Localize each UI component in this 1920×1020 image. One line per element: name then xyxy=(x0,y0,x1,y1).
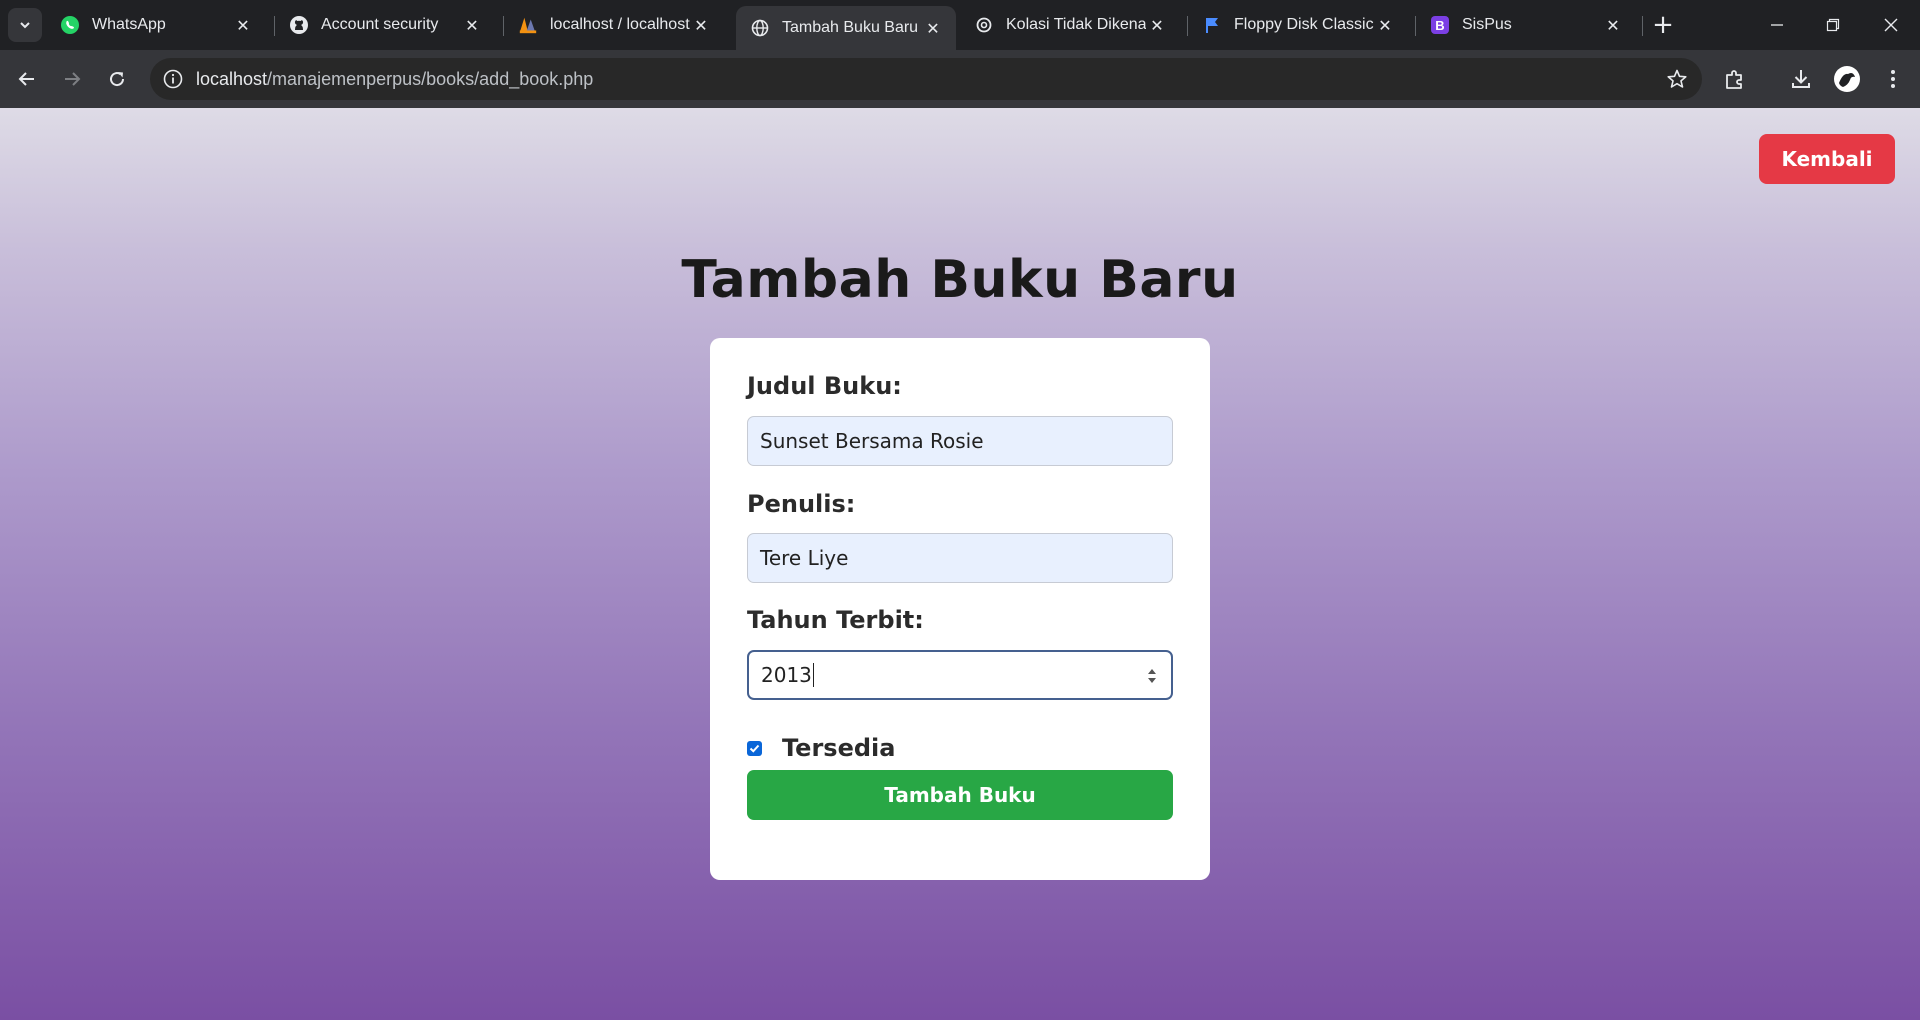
openai-icon xyxy=(974,15,994,35)
browser-toolbar: localhost/manajemenperpus/books/add_book… xyxy=(0,50,1920,108)
tab-title: WhatsApp xyxy=(92,16,166,33)
add-book-form: Judul Buku: Sunset Bersama Rosie Penulis… xyxy=(710,338,1210,880)
globe-icon xyxy=(750,18,770,38)
arrow-left-icon xyxy=(18,72,34,86)
whatsapp-icon xyxy=(60,15,80,35)
phpmyadmin-icon xyxy=(518,15,538,35)
tab-title: Kolasi Tidak Dikenal xyxy=(1006,16,1146,33)
tab-sispus[interactable]: B SisPus ✕ xyxy=(1416,6,1636,44)
tab-separator xyxy=(1642,16,1643,36)
close-icon[interactable]: ✕ xyxy=(232,14,254,36)
penulis-value: Tere Liye xyxy=(760,546,849,570)
url-host: localhost xyxy=(196,69,268,89)
tab-title: localhost / localhost / xyxy=(550,16,690,33)
close-icon[interactable]: ✕ xyxy=(1374,14,1396,36)
svg-text:B: B xyxy=(1435,18,1444,33)
downloads-button[interactable] xyxy=(1786,64,1816,94)
penulis-input[interactable]: Tere Liye xyxy=(747,533,1173,583)
tab-whatsapp[interactable]: WhatsApp ✕ xyxy=(46,6,266,44)
tab-title: SisPus xyxy=(1462,16,1512,33)
close-icon[interactable]: ✕ xyxy=(690,14,712,36)
tersedia-checkbox[interactable] xyxy=(747,741,762,756)
close-icon xyxy=(1884,18,1898,32)
tab-title: Tambah Buku Baru xyxy=(782,19,919,36)
bootstrap-icon: B xyxy=(1430,15,1450,35)
forward-nav-button[interactable] xyxy=(55,62,89,96)
judul-label: Judul Buku: xyxy=(747,372,902,400)
tahun-value: 2013 xyxy=(761,663,812,687)
arrow-right-icon xyxy=(65,72,81,86)
reload-button[interactable] xyxy=(100,62,134,96)
tab-strip: WhatsApp ✕ Account security ✕ localhost … xyxy=(0,0,1920,50)
restore-icon xyxy=(1826,18,1840,32)
profile-avatar[interactable] xyxy=(1832,64,1862,94)
kebab-menu-icon xyxy=(1891,70,1895,88)
puzzle-icon xyxy=(1726,70,1742,89)
back-nav-button[interactable] xyxy=(10,62,44,96)
tambah-buku-button[interactable]: Tambah Buku xyxy=(747,770,1173,820)
chevron-down-icon xyxy=(20,22,30,29)
judul-value: Sunset Bersama Rosie xyxy=(760,429,984,453)
tab-title: Floppy Disk Classic Li xyxy=(1234,16,1374,33)
close-icon[interactable]: ✕ xyxy=(461,14,483,36)
text-caret xyxy=(812,663,814,687)
page-title: Tambah Buku Baru xyxy=(681,250,1239,310)
download-icon xyxy=(1792,70,1810,88)
flag-icon xyxy=(1202,15,1222,35)
checkmark-icon xyxy=(749,744,760,753)
minimize-button[interactable] xyxy=(1757,8,1797,42)
bookmark-star-icon[interactable] xyxy=(1666,68,1688,90)
minimize-icon xyxy=(1771,24,1783,26)
penulis-label: Penulis: xyxy=(747,490,856,518)
tahun-label: Tahun Terbit: xyxy=(747,606,924,634)
tab-title: Account security xyxy=(321,16,439,33)
close-icon[interactable]: ✕ xyxy=(1146,14,1168,36)
github-icon xyxy=(289,15,309,35)
url-text[interactable]: localhost/manajemenperpus/books/add_book… xyxy=(196,69,593,90)
url-path: /manajemenperpus/books/add_book.php xyxy=(267,69,594,89)
site-info-icon[interactable] xyxy=(162,68,184,90)
tab-account-security[interactable]: Account security ✕ xyxy=(275,6,495,44)
tab-tambah-buku-baru[interactable]: Tambah Buku Baru ✕ xyxy=(736,6,956,50)
judul-input[interactable]: Sunset Bersama Rosie xyxy=(747,416,1173,466)
browser-menu-button[interactable] xyxy=(1878,64,1908,94)
reload-icon xyxy=(110,72,125,87)
new-tab-button[interactable]: + xyxy=(1648,10,1678,40)
extensions-button[interactable] xyxy=(1720,64,1750,94)
close-window-button[interactable] xyxy=(1871,8,1911,42)
tab-search-button[interactable] xyxy=(8,8,42,42)
close-icon[interactable]: ✕ xyxy=(922,17,944,39)
avatar-icon xyxy=(1834,66,1860,92)
close-icon[interactable]: ✕ xyxy=(1602,14,1624,36)
tab-floppy-disk[interactable]: Floppy Disk Classic Li ✕ xyxy=(1188,6,1408,44)
kembali-button[interactable]: Kembali xyxy=(1759,134,1895,184)
tersedia-label: Tersedia xyxy=(782,734,896,762)
tab-phpmyadmin[interactable]: localhost / localhost / ✕ xyxy=(504,6,724,44)
page-content: Kembali Tambah Buku Baru Judul Buku: Sun… xyxy=(0,108,1920,1020)
number-spinner-icon[interactable] xyxy=(1145,666,1159,686)
tahun-input[interactable]: 2013 xyxy=(747,650,1173,700)
tab-kolasi[interactable]: Kolasi Tidak Dikenal ✕ xyxy=(960,6,1180,44)
address-bar[interactable]: localhost/manajemenperpus/books/add_book… xyxy=(150,58,1702,100)
restore-button[interactable] xyxy=(1813,8,1853,42)
